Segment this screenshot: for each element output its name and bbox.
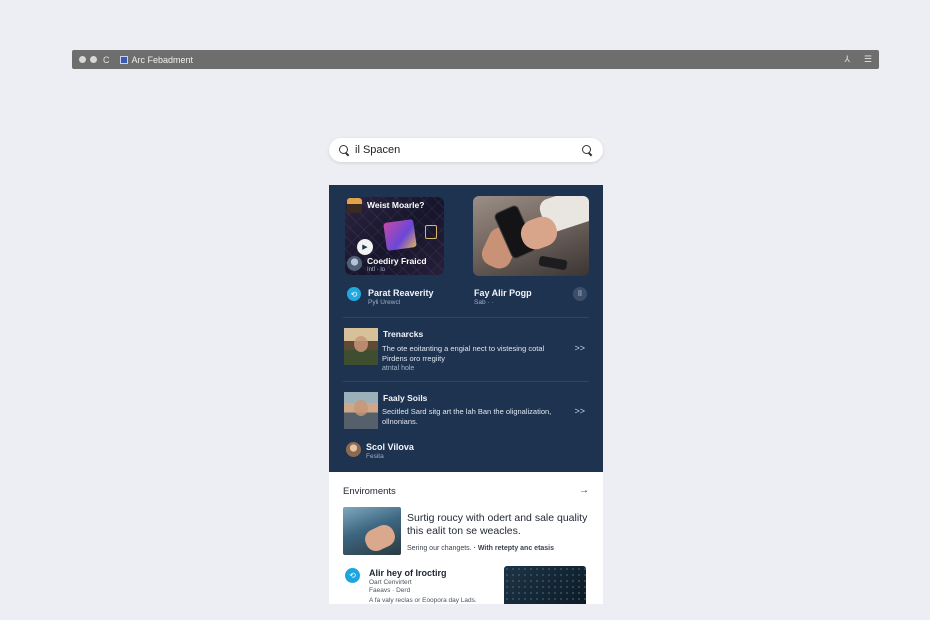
reload-icon[interactable]: C bbox=[103, 55, 110, 65]
divider bbox=[343, 317, 589, 318]
card-right-sub: Sab · · bbox=[474, 299, 494, 306]
footer-sub: Fesita bbox=[366, 453, 384, 460]
card-right-label[interactable]: Fay Alir Pogp bbox=[474, 288, 532, 298]
list-item-desc-2: Pirdens oro rregiity bbox=[382, 354, 445, 363]
article-meta: Faeavs · Derd bbox=[369, 587, 411, 594]
favicon-icon bbox=[119, 55, 128, 64]
feature-sub: Sering our changets. · With retepty anc … bbox=[407, 545, 555, 552]
avatar bbox=[347, 256, 362, 271]
menu-icon[interactable]: ☰ bbox=[864, 54, 872, 65]
more-icon[interactable]: ⠿ bbox=[573, 287, 587, 301]
article-thumbnail[interactable] bbox=[504, 566, 586, 604]
feature-text[interactable]: Surtig roucy with odert and sale quality… bbox=[407, 512, 593, 538]
card-title: Weist Moarle? bbox=[367, 200, 425, 210]
refresh-icon[interactable]: ⟲ bbox=[345, 568, 360, 583]
article-sub: Oart Cenvirtert bbox=[369, 579, 412, 586]
feature-thumbnail[interactable] bbox=[343, 507, 401, 555]
chip-icon bbox=[425, 225, 437, 239]
tab-title[interactable]: Arc Febadment bbox=[132, 55, 194, 65]
avatar bbox=[344, 328, 378, 365]
minimize-window-icon[interactable] bbox=[90, 56, 97, 63]
list-item-desc: The ote eoitanting a engial nect to vist… bbox=[382, 344, 545, 353]
card-artwork bbox=[383, 219, 417, 251]
list-item-title: Faaly Soils bbox=[383, 393, 428, 403]
footer-name[interactable]: Scol Vilova bbox=[366, 442, 414, 452]
avatar bbox=[347, 198, 362, 213]
list-item-desc-2: ollnonians. bbox=[382, 417, 418, 426]
list-item[interactable]: Faaly Soils Secitled Sard sitg art the l… bbox=[343, 391, 589, 431]
divider bbox=[343, 381, 589, 382]
play-icon[interactable]: ▶ bbox=[357, 239, 373, 255]
list-item-desc-3: atntal hole bbox=[382, 365, 415, 372]
article-title[interactable]: Alir hey of Iroctirg bbox=[369, 568, 447, 578]
search-icon bbox=[339, 144, 350, 156]
list-item[interactable]: Trenarcks The ote eoitanting a engial ne… bbox=[343, 327, 589, 373]
search-input[interactable] bbox=[355, 144, 578, 156]
featured-card-right[interactable] bbox=[473, 196, 589, 276]
list-item-title: Trenarcks bbox=[383, 329, 424, 339]
card-meta: Intl · lo bbox=[367, 267, 386, 273]
feed-panel: ▶ Weist Moarle? Coediry Fraicd Intl · lo… bbox=[329, 185, 603, 472]
share-icon[interactable]: ⅄ bbox=[844, 54, 850, 65]
list-item-desc: Secitled Sard sitg art the lah Ban the o… bbox=[382, 407, 552, 416]
refresh-icon[interactable]: ⟲ bbox=[347, 287, 361, 301]
card-left-sub: Pyli Urewcl bbox=[368, 299, 401, 306]
arrow-right-icon[interactable]: → bbox=[579, 485, 589, 496]
chevron-right-icon[interactable]: >> bbox=[574, 343, 585, 353]
avatar bbox=[344, 392, 378, 429]
chevron-right-icon[interactable]: >> bbox=[574, 406, 585, 416]
card-left-label[interactable]: Parat Reaverity bbox=[368, 288, 434, 298]
close-window-icon[interactable] bbox=[79, 56, 86, 63]
featured-card-left[interactable]: ▶ Weist Moarle? Coediry Fraicd Intl · lo bbox=[345, 197, 444, 275]
article-caption: A fa valy reclas or Eoopora day Lads. bbox=[369, 597, 477, 604]
search-submit-icon[interactable] bbox=[582, 144, 593, 156]
window-controls bbox=[79, 56, 97, 63]
browser-toolbar: C Arc Febadment ⅄ ☰ bbox=[72, 50, 879, 69]
card-subtitle: Coediry Fraicd bbox=[367, 256, 427, 266]
avatar bbox=[346, 442, 361, 457]
section-title: Enviroments bbox=[343, 486, 396, 497]
search-bar[interactable] bbox=[329, 138, 603, 162]
environments-section: Enviroments → Surtig roucy with odert an… bbox=[329, 472, 603, 604]
